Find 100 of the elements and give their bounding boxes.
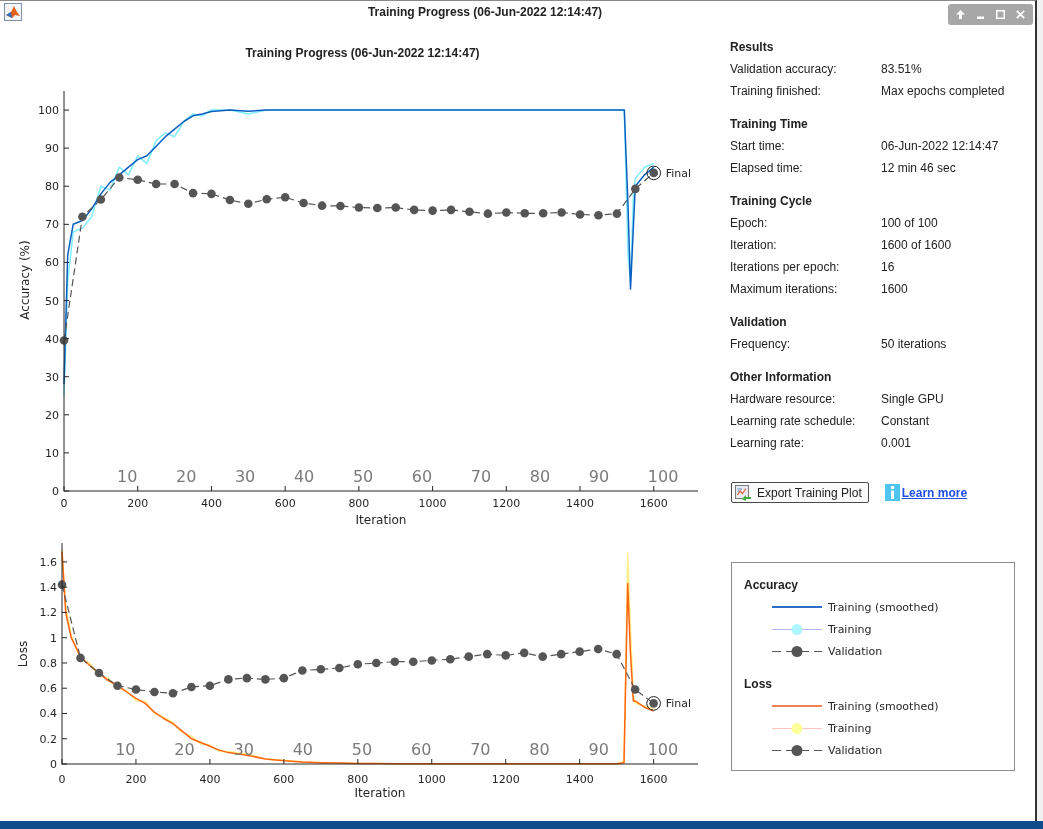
info-value: Single GPU	[881, 391, 944, 408]
y-tick-label: 0.8	[39, 656, 57, 670]
legend-label: Training	[828, 721, 872, 735]
y-tick-label: 90	[45, 142, 59, 156]
epoch-label: 80	[529, 467, 551, 486]
y-tick-label: 100	[38, 104, 59, 118]
legend-label: Training	[828, 622, 872, 636]
info-icon	[884, 484, 900, 501]
info-label: Iteration:	[730, 237, 777, 254]
y-tick-label: 50	[45, 294, 59, 308]
info-value: 12 min 46 sec	[881, 160, 956, 177]
export-button[interactable]: Export Training Plot	[731, 482, 869, 503]
y-tick-label: 30	[45, 370, 59, 384]
y-tick-label: 1	[50, 631, 57, 645]
info-label: Validation accuracy:	[730, 61, 837, 78]
section-title: Validation	[730, 314, 787, 331]
info-label: Learning rate:	[730, 435, 805, 452]
x-tick-label: 1000	[417, 773, 446, 786]
x-tick-label: 400	[199, 773, 221, 786]
x-tick-label: 1200	[492, 497, 521, 510]
info-label: Elapsed time:	[730, 160, 803, 177]
y-tick-label: 10	[45, 446, 59, 460]
y-tick-label: 1.2	[39, 606, 57, 620]
image-export-icon	[735, 484, 751, 501]
epoch-label: 90	[588, 740, 609, 759]
epoch-label: 40	[293, 467, 315, 486]
info-value: 16	[881, 259, 895, 276]
info-label: Training finished:	[730, 83, 821, 100]
x-tick-label: 800	[348, 497, 370, 510]
info-label: Maximum iterations:	[730, 281, 838, 298]
y-tick-label: 1.4	[39, 581, 57, 595]
y-tick-label: 70	[45, 218, 59, 232]
epoch-label: 20	[175, 467, 197, 486]
plot-title: Training Progress (06-Jun-2022 12:14:47)	[245, 45, 480, 61]
final-label: Final	[665, 697, 691, 711]
legend-group-title: Accuracy	[744, 577, 799, 594]
y-tick-label: 20	[45, 408, 59, 422]
y-tick-label: 0.6	[39, 682, 57, 696]
close-icon[interactable]	[1016, 9, 1025, 19]
x-tick-label: 0	[60, 497, 68, 510]
legend-label: Validation	[828, 743, 883, 757]
epoch-label: 100	[647, 740, 679, 759]
arrow-up-icon[interactable]	[956, 9, 965, 19]
x-tick-label: 1600	[639, 773, 668, 786]
info-label: Start time:	[730, 138, 785, 155]
x-tick-label: 200	[127, 497, 149, 510]
epoch-label: 10	[117, 467, 138, 486]
x-tick-label: 1400	[565, 773, 594, 786]
epoch-label: 100	[647, 467, 679, 486]
epoch-label: 90	[588, 467, 610, 486]
info-value: 50 iterations	[881, 336, 947, 353]
epoch-label: 20	[174, 740, 195, 759]
window-title: Training Progress (06-Jun-2022 12:14:47)	[367, 4, 603, 20]
legend-group-title: Loss	[744, 676, 772, 693]
y-tick-label: 0.2	[39, 732, 57, 746]
info-value: 83.51%	[881, 61, 922, 78]
y-tick-label: 0.4	[39, 707, 57, 721]
info-label: Epoch:	[730, 215, 768, 232]
epoch-label: 60	[411, 740, 432, 759]
epoch-label: 30	[234, 467, 256, 486]
info-label: Frequency:	[730, 336, 791, 353]
legend-label: Training (smoothed)	[828, 699, 939, 713]
y-tick-label: 1.6	[39, 555, 57, 569]
legend-label: Validation	[828, 644, 883, 658]
x-tick-label: 400	[200, 497, 222, 510]
x-axis-title: Iteration	[354, 786, 406, 800]
y-tick-label: 40	[45, 332, 59, 346]
y-tick-label: 0	[52, 485, 59, 498]
epoch-label: 80	[529, 740, 550, 759]
info-value: Constant	[881, 413, 930, 430]
x-tick-label: 1600	[639, 497, 668, 510]
x-tick-label: 600	[274, 497, 296, 510]
epoch-label: 60	[411, 467, 433, 486]
x-tick-label: 1000	[418, 497, 447, 510]
maximize-icon[interactable]	[996, 9, 1005, 19]
section-title: Training Time	[730, 116, 808, 133]
section-title: Other Information	[730, 369, 832, 386]
epoch-label: 10	[115, 740, 136, 759]
info-label: Hardware resource:	[730, 391, 836, 408]
x-tick-label: 600	[273, 773, 295, 786]
epoch-label: 40	[292, 740, 313, 759]
info-label: Learning rate schedule:	[730, 413, 856, 430]
legend-label: Training (smoothed)	[828, 600, 939, 614]
x-axis-title: Iteration	[355, 513, 407, 527]
y-axis-title: Loss	[16, 640, 30, 668]
info-value: Max epochs completed	[881, 83, 1005, 100]
x-tick-label: 200	[125, 773, 147, 786]
section-title: Training Cycle	[730, 193, 813, 210]
app-logo-icon	[4, 3, 22, 21]
y-axis-title: Accuracy (%)	[18, 240, 32, 320]
epoch-label: 50	[351, 740, 373, 759]
epoch-label: 70	[470, 740, 491, 759]
epoch-label: 70	[470, 467, 492, 486]
x-tick-label: 800	[347, 773, 369, 786]
learn-more-link[interactable]: Learn more	[884, 484, 968, 501]
y-tick-label: 0	[50, 758, 57, 771]
y-tick-label: 60	[45, 256, 59, 270]
x-tick-label: 0	[58, 773, 66, 786]
x-tick-label: 1400	[566, 497, 595, 510]
info-value: 1600	[881, 281, 908, 298]
